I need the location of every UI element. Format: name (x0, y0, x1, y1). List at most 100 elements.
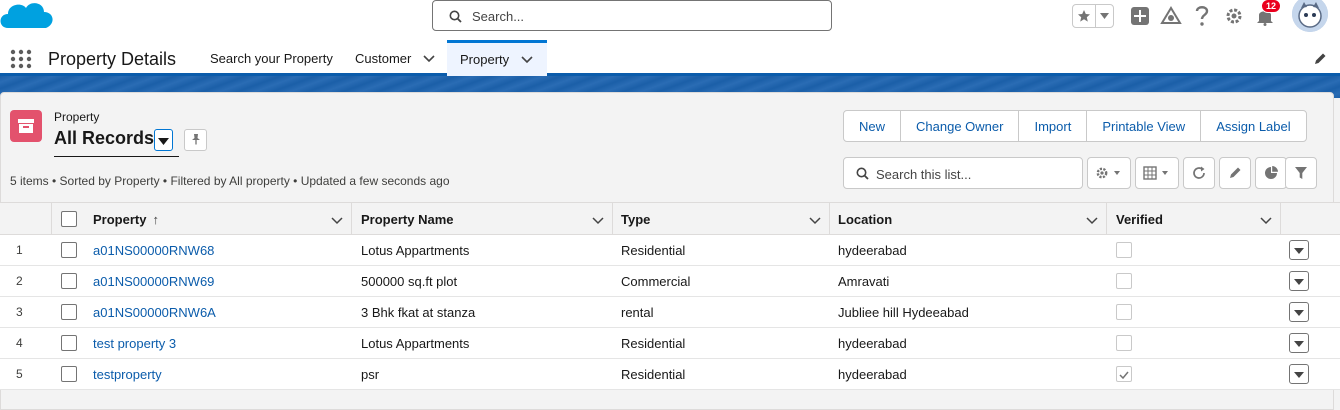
chevron-down-icon (1294, 367, 1304, 382)
favorites-button[interactable] (1072, 4, 1114, 28)
property-name-cell: 3 Bhk fkat at stanza (361, 304, 476, 320)
nav-tab-property[interactable]: Property (447, 40, 547, 76)
column-header-type[interactable]: Type (613, 203, 830, 235)
row-actions-button[interactable] (1289, 364, 1309, 384)
select-all-column-header (52, 203, 82, 235)
row-select-cell (61, 266, 81, 296)
search-icon (856, 167, 869, 183)
table-row[interactable]: 3 a01NS00000RNW6A 3 Bhk fkat at stanza rent… (0, 297, 1340, 328)
edit-nav-pencil-icon[interactable] (1313, 52, 1327, 69)
property-link[interactable]: a01NS00000RNW69 (93, 266, 348, 296)
app-launcher-icon[interactable] (10, 49, 32, 72)
search-icon (449, 10, 462, 26)
type-cell: Commercial (621, 273, 691, 289)
star-icon (1073, 5, 1097, 27)
chevron-down-icon[interactable] (331, 213, 343, 228)
search-list-placeholder: Search this list... (876, 167, 972, 182)
filter-button[interactable] (1285, 157, 1317, 189)
select-all-checkbox[interactable] (61, 211, 77, 227)
row-action-cell (1289, 359, 1311, 389)
row-actions-button[interactable] (1289, 333, 1309, 353)
chevron-down-icon[interactable] (1096, 5, 1113, 27)
row-select-cell (61, 235, 81, 265)
chevron-down-icon[interactable] (592, 213, 604, 228)
property-link[interactable]: test property 3 (93, 328, 348, 358)
column-header-verified[interactable]: Verified (1107, 203, 1281, 235)
chevron-down-icon[interactable] (423, 51, 435, 66)
property-name-cell: Lotus Appartments (361, 242, 470, 258)
gear-icon[interactable] (1222, 4, 1246, 28)
type-cell: Residential (621, 335, 686, 351)
new-button[interactable]: New (843, 110, 902, 142)
avatar[interactable] (1292, 0, 1328, 32)
property-link[interactable]: testproperty (93, 359, 348, 389)
list-view-title[interactable]: All Records (54, 128, 154, 149)
printable-view-button[interactable]: Printable View (1086, 110, 1202, 142)
column-label: Property (93, 211, 147, 227)
nav-tab-label: Property (460, 52, 510, 67)
property-object-icon (10, 110, 42, 142)
notification-badge: 12 (1261, 0, 1282, 13)
list-settings-button[interactable] (1087, 157, 1131, 189)
property-name-cell: 500000 sq.ft plot (361, 273, 458, 289)
row-actions-button[interactable] (1289, 240, 1309, 260)
column-header-location[interactable]: Location (830, 203, 1107, 235)
change-owner-button[interactable]: Change Owner (900, 110, 1020, 142)
app-name: Property Details (48, 49, 177, 69)
search-list-input[interactable]: Search this list... (843, 157, 1083, 189)
chevron-down-icon (158, 133, 169, 148)
list-view-meta: 5 items • Sorted by Property • Filtered … (10, 174, 450, 188)
location-cell: Jubliee hill Hydeeabad (838, 304, 969, 320)
verified-cell (1116, 328, 1136, 358)
verified-cell (1116, 297, 1136, 327)
assign-label-button[interactable]: Assign Label (1200, 110, 1307, 142)
property-name-cell: psr (361, 366, 380, 382)
charts-button[interactable] (1255, 157, 1287, 189)
row-actions-button[interactable] (1289, 302, 1309, 322)
refresh-button[interactable] (1183, 157, 1215, 189)
column-header-property-name[interactable]: Property Name (352, 203, 613, 235)
list-view-picker-button[interactable] (154, 129, 173, 151)
table-row[interactable]: 1 a01NS00000RNW68 Lotus Appartments Residen… (0, 235, 1340, 266)
row-actions-button[interactable] (1289, 271, 1309, 291)
nav-tab-search-your-property[interactable]: Search your Property (210, 40, 340, 76)
row-select-cell (61, 297, 81, 327)
table-row[interactable]: 5 testproperty psr Residential hydeerabad (0, 359, 1340, 390)
row-number-column-header (0, 203, 52, 235)
verified-checkbox (1116, 273, 1132, 289)
location-cell: hydeerabad (838, 335, 907, 351)
table-row[interactable]: 4 test property 3 Lotus Appartments Residen… (0, 328, 1340, 359)
column-header-property[interactable]: Property ↑ (82, 203, 352, 235)
table-row[interactable]: 2 a01NS00000RNW69 500000 sq.ft plot Commerc… (0, 266, 1340, 297)
type-cell: Residential (621, 366, 686, 382)
row-checkbox[interactable] (61, 242, 77, 258)
chevron-down-icon[interactable] (1260, 213, 1272, 228)
nav-tab-label: Search your Property (210, 50, 333, 66)
row-checkbox[interactable] (61, 273, 77, 289)
verified-checkbox (1116, 366, 1132, 382)
location-cell: hydeerabad (838, 366, 907, 382)
trailhead-icon[interactable] (1159, 4, 1183, 28)
verified-cell (1116, 359, 1136, 389)
help-icon[interactable] (1190, 4, 1214, 28)
row-checkbox[interactable] (61, 304, 77, 320)
pin-list-button[interactable] (184, 129, 207, 151)
nav-tab-customer[interactable]: Customer (355, 40, 445, 76)
row-checkbox[interactable] (61, 366, 77, 382)
property-link[interactable]: a01NS00000RNW6A (93, 297, 348, 327)
global-search-input[interactable]: Search... (432, 0, 832, 31)
property-link[interactable]: a01NS00000RNW68 (93, 235, 348, 265)
row-checkbox[interactable] (61, 335, 77, 351)
display-as-table-button[interactable] (1135, 157, 1179, 189)
salesforce-logo[interactable] (0, 0, 56, 34)
column-label: Location (838, 211, 893, 227)
edit-list-button[interactable] (1219, 157, 1251, 189)
nav-tab-label: Customer (355, 50, 412, 66)
chevron-down-icon[interactable] (521, 52, 533, 67)
chevron-down-icon[interactable] (1086, 213, 1098, 228)
chevron-down-icon[interactable] (809, 213, 821, 228)
import-button[interactable]: Import (1018, 110, 1088, 142)
column-label: Verified (1116, 211, 1163, 227)
row-action-cell (1289, 266, 1311, 296)
global-actions-icon[interactable] (1128, 4, 1152, 28)
